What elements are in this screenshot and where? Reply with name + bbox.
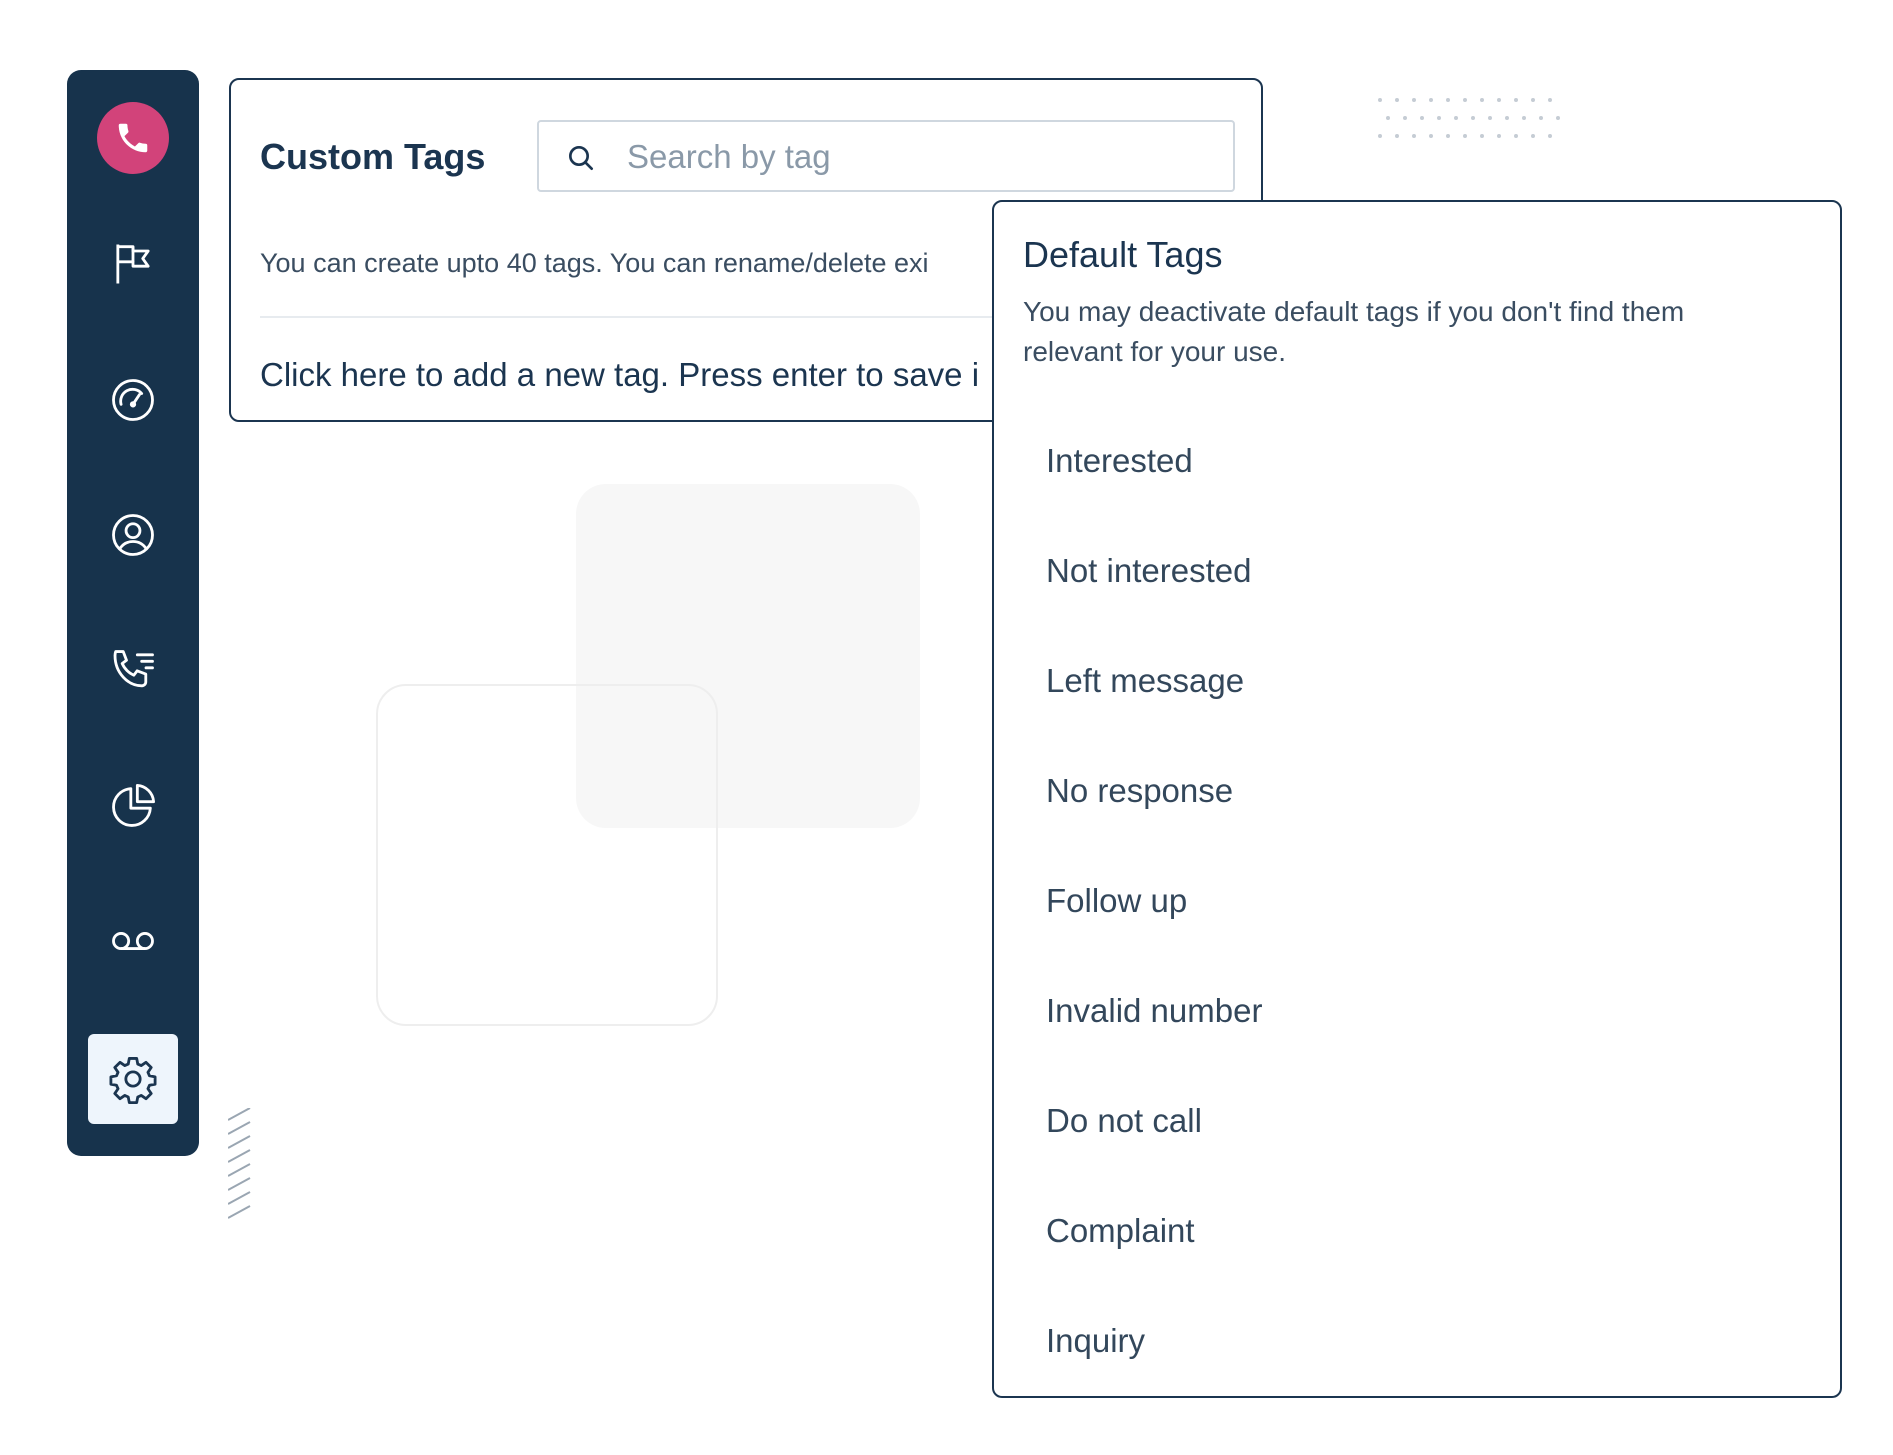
decorative-dot xyxy=(1412,98,1416,102)
decorative-dot xyxy=(1395,98,1399,102)
decorative-dot xyxy=(1548,98,1552,102)
tag-item-follow-up[interactable]: Follow up xyxy=(994,846,1840,956)
decorative-dot xyxy=(1429,98,1433,102)
decorative-dot xyxy=(1497,98,1501,102)
search-input[interactable] xyxy=(625,136,1189,178)
default-tags-panel: Default Tags You may deactivate default … xyxy=(992,200,1842,1398)
decorative-dot xyxy=(1548,134,1552,138)
decorative-square-outline xyxy=(376,684,718,1026)
decorative-dot xyxy=(1556,116,1560,120)
decorative-dot xyxy=(1412,134,1416,138)
decorative-dot xyxy=(1514,134,1518,138)
tag-item-invalid-number[interactable]: Invalid number xyxy=(994,956,1840,1066)
sidebar-item-call-logs[interactable] xyxy=(67,626,199,714)
decorative-dot xyxy=(1488,116,1492,120)
decorative-dot xyxy=(1531,134,1535,138)
decorative-dot xyxy=(1539,116,1543,120)
decorative-dot xyxy=(1480,98,1484,102)
gauge-icon xyxy=(112,379,154,421)
pie-chart-icon xyxy=(112,784,155,827)
decorative-dot xyxy=(1497,134,1501,138)
decorative-dot xyxy=(1463,98,1467,102)
decorative-dot xyxy=(1531,98,1535,102)
tag-item-do-not-call[interactable]: Do not call xyxy=(994,1066,1840,1176)
flag-icon xyxy=(116,244,150,284)
sidebar-item-voicemail[interactable] xyxy=(67,897,199,985)
decorative-dot xyxy=(1378,98,1382,102)
custom-tags-description: You can create upto 40 tags. You can ren… xyxy=(260,248,929,278)
custom-tags-title: Custom Tags xyxy=(260,136,486,177)
app-logo[interactable] xyxy=(97,102,169,174)
decorative-dot xyxy=(1446,98,1450,102)
tag-item-inquiry[interactable]: Inquiry xyxy=(994,1286,1840,1396)
decorative-dot xyxy=(1429,134,1433,138)
decorative-dot xyxy=(1437,116,1441,120)
sidebar xyxy=(67,70,199,1156)
search-box[interactable] xyxy=(537,120,1235,192)
sidebar-item-dashboard[interactable] xyxy=(67,356,199,444)
voicemail-icon xyxy=(112,932,154,950)
decorative-dot-grid xyxy=(1378,98,1568,148)
gear-icon xyxy=(109,1057,157,1105)
decorative-dot xyxy=(1471,116,1475,120)
decorative-dot xyxy=(1454,116,1458,120)
decorative-dot xyxy=(1420,116,1424,120)
user-circle-icon xyxy=(112,514,154,556)
decorative-dot xyxy=(1386,116,1390,120)
decorative-dot xyxy=(1480,134,1484,138)
default-tags-description: You may deactivate default tags if you d… xyxy=(1023,296,1685,367)
decorative-dot xyxy=(1514,98,1518,102)
decorative-hatch xyxy=(228,1108,251,1219)
tag-item-complaint[interactable]: Complaint xyxy=(994,1176,1840,1286)
decorative-dot xyxy=(1505,116,1509,120)
decorative-dot xyxy=(1395,134,1399,138)
sidebar-item-reports[interactable] xyxy=(67,762,199,850)
tag-item-interested[interactable]: Interested xyxy=(994,406,1840,516)
decorative-dot xyxy=(1463,134,1467,138)
tag-item-no-response[interactable]: No response xyxy=(994,736,1840,846)
sidebar-item-contacts[interactable] xyxy=(67,491,199,579)
search-icon xyxy=(569,146,593,170)
call-list-icon xyxy=(113,650,154,688)
decorative-dot xyxy=(1403,116,1407,120)
sidebar-item-flag[interactable] xyxy=(67,220,199,308)
decorative-dot xyxy=(1446,134,1450,138)
sidebar-item-settings[interactable] xyxy=(88,1034,178,1124)
tag-item-not-interested[interactable]: Not interested xyxy=(994,516,1840,626)
tag-item-left-message[interactable]: Left message xyxy=(994,626,1840,736)
default-tag-list: Interested Not interested Left message N… xyxy=(994,406,1840,1396)
decorative-dot xyxy=(1522,116,1526,120)
phone-icon xyxy=(118,123,148,153)
decorative-dot xyxy=(1378,134,1382,138)
default-tags-title: Default Tags xyxy=(1023,234,1223,275)
add-tag-prompt[interactable]: Click here to add a new tag. Press enter… xyxy=(260,356,979,394)
